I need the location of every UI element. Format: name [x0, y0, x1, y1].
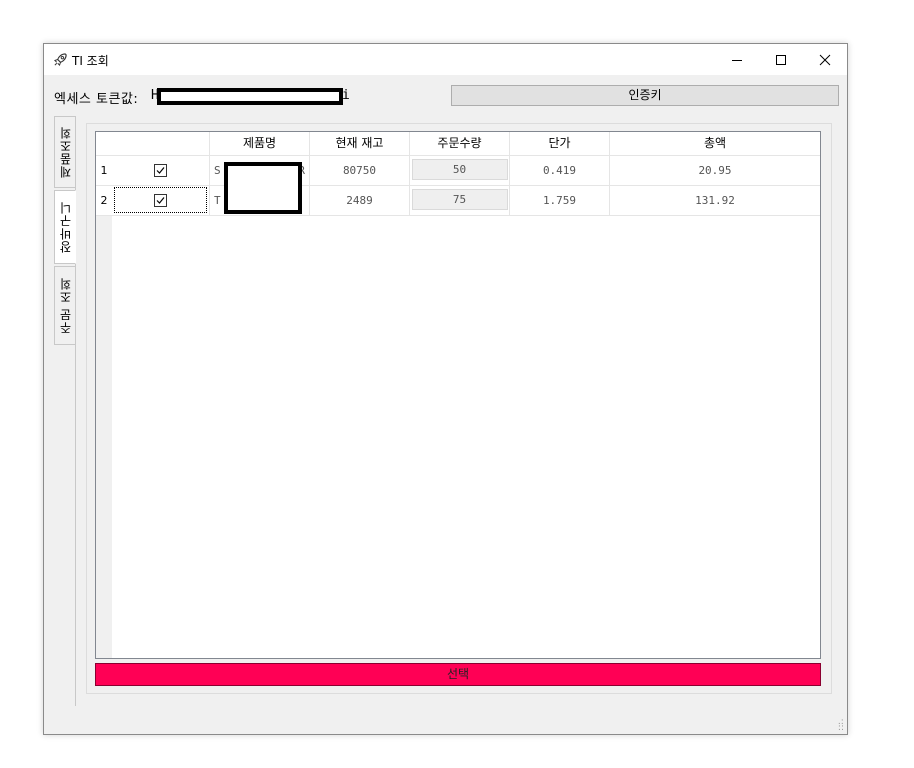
maximize-button[interactable] [758, 44, 804, 75]
window-title: TI 조회 [72, 54, 109, 68]
title-bar[interactable]: TI 조회 [44, 44, 847, 75]
column-header-total[interactable]: 총액 [610, 132, 820, 156]
column-header-unit-price[interactable]: 단가 [510, 132, 610, 156]
column-header-stock[interactable]: 현재 재고 [310, 132, 410, 156]
stock-cell[interactable]: 2489 [310, 186, 410, 216]
minimize-icon [732, 59, 742, 61]
token-label: 엑세스 토큰값: [54, 92, 139, 107]
close-button[interactable] [802, 44, 848, 75]
row-number: 1 [96, 156, 112, 186]
redaction-box [157, 88, 343, 105]
unit-price-cell[interactable]: 1.759 [510, 186, 610, 216]
total-cell[interactable]: 20.95 [610, 156, 820, 186]
tab-product-search[interactable]: 제품조회 [54, 116, 76, 188]
checkmark-icon [156, 167, 165, 174]
grid-corner [96, 132, 112, 156]
table-row[interactable]: 2 T 2489 75 1.759 131.92 [96, 186, 820, 216]
column-header-qty[interactable]: 주문수량 [410, 132, 510, 156]
row-number: 2 [96, 186, 112, 216]
select-button[interactable]: 선택 [95, 663, 821, 686]
auth-key-button[interactable]: 인증키 [451, 85, 839, 106]
tab-label: 제품조회 [58, 126, 73, 178]
tab-label: 장바구니 [58, 201, 73, 253]
qty-cell[interactable]: 75 [410, 186, 510, 216]
resize-grip-icon[interactable]: .::: [838, 718, 844, 733]
focus-indicator [114, 187, 207, 213]
vertical-tabs: 제품조회 장바구니 주문 조회 [54, 116, 76, 706]
table-row[interactable]: 1 S R 80750 50 0.419 20.95 [96, 156, 820, 186]
stock-cell[interactable]: 80750 [310, 156, 410, 186]
product-name-head: S [214, 164, 221, 177]
unit-price-cell[interactable]: 0.419 [510, 156, 610, 186]
column-header-check[interactable] [112, 132, 210, 156]
cart-grid[interactable]: 제품명 현재 재고 주문수량 단가 총액 1 S R 80750 50 0.41… [95, 131, 821, 659]
checkbox-cell[interactable] [112, 156, 210, 186]
qty-field[interactable]: 75 [411, 189, 508, 210]
qty-cell[interactable]: 50 [410, 156, 510, 186]
total-cell[interactable]: 131.92 [610, 186, 820, 216]
tab-label: 주문 조회 [58, 277, 73, 334]
maximize-icon [776, 54, 786, 65]
checkbox-cell[interactable] [112, 186, 210, 216]
column-header-name[interactable]: 제품명 [210, 132, 310, 156]
token-value-tail[interactable]: i [342, 88, 350, 103]
rocket-icon [54, 53, 67, 66]
redaction-box [224, 162, 302, 214]
tab-cart[interactable]: 장바구니 [54, 190, 76, 264]
app-window: TI 조회 엑세스 토큰값: H i 인증키 제품조회 장바구니 주문 조회 제… [43, 43, 848, 735]
minimize-button[interactable] [714, 44, 760, 75]
close-icon [819, 54, 831, 65]
qty-field[interactable]: 50 [411, 159, 508, 180]
product-name-head: T [214, 194, 221, 207]
row-checkbox[interactable] [154, 164, 167, 177]
tab-order-search[interactable]: 주문 조회 [54, 266, 76, 345]
